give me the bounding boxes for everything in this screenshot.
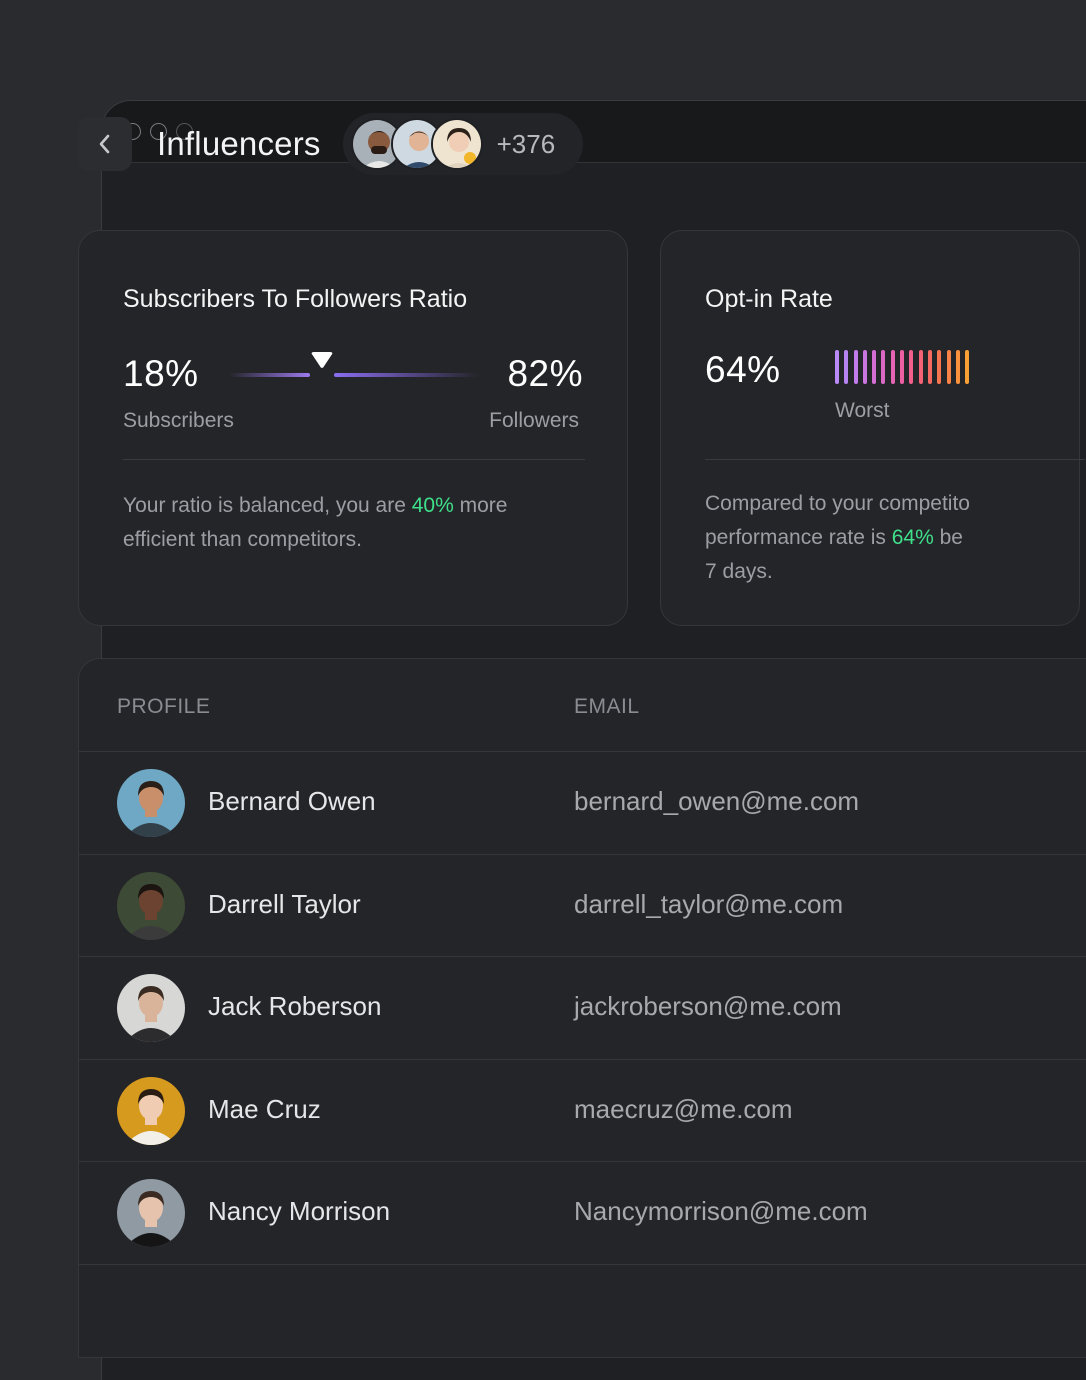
influencer-table: PROFILE EMAIL Bernard Owen bernard_owen@m… <box>78 658 1086 1358</box>
ratio-slider[interactable] <box>229 351 479 391</box>
page-title: Influencers <box>157 125 321 162</box>
card-title: Subscribers To Followers Ratio <box>123 285 468 313</box>
followers-label: Followers <box>489 409 579 432</box>
rate-bar <box>909 350 914 384</box>
profile-email[interactable]: maecruz@me.com <box>574 1094 793 1125</box>
card-divider <box>705 459 1085 460</box>
profile-name[interactable]: Nancy Morrison <box>208 1196 390 1227</box>
back-button[interactable] <box>78 117 132 171</box>
rate-bar <box>937 350 942 384</box>
slider-thumb-icon[interactable] <box>310 351 334 373</box>
desc-text: more <box>453 494 508 517</box>
table-body: Bernard Owen bernard_owen@me.com Darrell T… <box>79 752 1086 1265</box>
slider-track-left <box>229 373 310 377</box>
avatar <box>117 974 185 1042</box>
profile-name[interactable]: Bernard Owen <box>208 786 376 817</box>
subscribers-label: Subscribers <box>123 409 234 432</box>
influencer-avatar-group[interactable]: +376 <box>342 113 584 175</box>
rate-bar <box>900 350 905 384</box>
table-row[interactable]: Mae Cruz maecruz@me.com <box>79 1060 1086 1162</box>
avatar <box>117 769 185 837</box>
avatar <box>430 118 483 170</box>
profile-email[interactable]: bernard_owen@me.com <box>574 786 859 817</box>
column-header-profile[interactable]: PROFILE <box>117 695 210 719</box>
rate-bar <box>918 350 923 384</box>
rate-scale <box>835 350 970 384</box>
table-row[interactable]: Jack Roberson jackroberson@me.com <box>79 957 1086 1060</box>
avatar <box>117 871 185 940</box>
optin-percent: 64% <box>705 349 781 390</box>
rate-bar <box>835 350 839 384</box>
page-header: Influencers +376 <box>78 113 584 175</box>
rate-bar <box>853 350 858 384</box>
desc-text: be <box>933 526 963 549</box>
rate-bar <box>862 350 867 384</box>
profile-email[interactable]: jackroberson@me.com <box>574 991 842 1022</box>
profile-name[interactable]: Darrell Taylor <box>208 889 361 920</box>
desc-text: performance rate is <box>705 526 892 549</box>
followers-percent: 82% <box>507 353 583 394</box>
desc-text: 7 days. <box>705 560 773 583</box>
ratio-description: Your ratio is balanced, you are 40% more… <box>123 489 507 557</box>
desc-text: efficient than competitors. <box>123 528 362 551</box>
table-header: PROFILE EMAIL <box>79 659 1086 752</box>
column-header-email[interactable]: EMAIL <box>574 695 640 719</box>
table-row[interactable]: Bernard Owen bernard_owen@me.com <box>79 752 1086 855</box>
card-title: Opt-in Rate <box>705 285 833 313</box>
avatar <box>117 1179 185 1247</box>
desc-highlight: 40% <box>411 494 454 517</box>
subscribers-percent: 18% <box>123 353 199 394</box>
avatar <box>117 1076 185 1145</box>
rate-bar <box>881 350 886 384</box>
rate-bar <box>844 350 849 384</box>
scale-worst-label: Worst <box>835 399 890 422</box>
optin-card: Opt-in Rate 64% Worst Compared to your c… <box>660 230 1085 626</box>
rate-bar <box>946 350 951 384</box>
rate-bar <box>965 350 970 384</box>
desc-text: Compared to your competito <box>705 492 970 515</box>
optin-description: Compared to your competito performance r… <box>705 487 970 589</box>
rate-bar <box>872 350 877 384</box>
profile-email[interactable]: Nancymorrison@me.com <box>574 1196 868 1227</box>
profile-name[interactable]: Mae Cruz <box>208 1094 321 1125</box>
ratio-card: Subscribers To Followers Ratio 18% Subsc… <box>78 230 628 626</box>
avatar-count: +376 <box>496 128 556 159</box>
profile-email[interactable]: darrell_taylor@me.com <box>574 889 843 920</box>
profile-name[interactable]: Jack Roberson <box>208 991 381 1022</box>
rate-bar <box>927 350 932 384</box>
slider-track-right <box>333 373 479 377</box>
rate-bar <box>890 350 895 384</box>
table-row[interactable]: Darrell Taylor darrell_taylor@me.com <box>79 855 1086 957</box>
card-divider <box>123 459 585 460</box>
table-row[interactable]: Nancy Morrison Nancymorrison@me.com <box>79 1162 1086 1265</box>
rate-bar <box>955 350 960 384</box>
desc-text: Your ratio is balanced, you are <box>123 494 412 517</box>
chevron-left-icon <box>99 134 110 154</box>
desc-highlight: 64% <box>891 526 934 549</box>
